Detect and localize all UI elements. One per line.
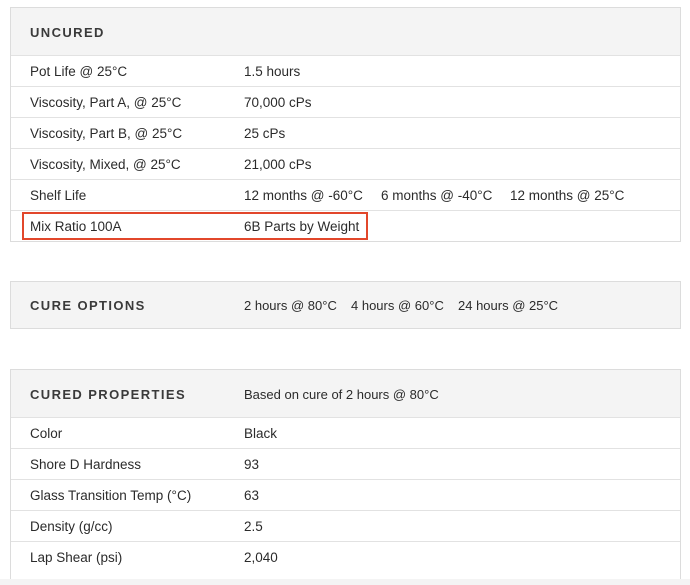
table-row: Viscosity, Part B, @ 25°C 25 cPs bbox=[11, 117, 680, 148]
cured-properties-section: CURED PROPERTIES Based on cure of 2 hour… bbox=[10, 369, 681, 579]
section-title: CURE OPTIONS bbox=[30, 298, 146, 313]
property-value: 63 bbox=[244, 488, 260, 503]
cure-options-header: CURE OPTIONS 2 hours @ 80°C 4 hours @ 60°… bbox=[11, 282, 680, 328]
table-row: Glass Transition Temp (°C) 63 bbox=[11, 479, 680, 510]
shelf-life-value: 12 months @ -60°C bbox=[244, 188, 363, 203]
cure-options-section: CURE OPTIONS 2 hours @ 80°C 4 hours @ 60°… bbox=[10, 281, 681, 329]
table-row: Viscosity, Mixed, @ 25°C 21,000 cPs bbox=[11, 148, 680, 179]
table-row: Viscosity, Part A, @ 25°C 70,000 cPs bbox=[11, 86, 680, 117]
shelf-life-value: 6 months @ -40°C bbox=[381, 188, 493, 203]
property-value: 6B Parts by Weight bbox=[244, 219, 360, 234]
table-row: Shore D Hardness 93 bbox=[11, 448, 680, 479]
property-value: 25 cPs bbox=[244, 126, 286, 141]
shelf-life-value: 12 months @ 25°C bbox=[510, 188, 625, 203]
property-value: 93 bbox=[244, 457, 260, 472]
table-row: Color Black bbox=[11, 417, 680, 448]
cured-properties-header: CURED PROPERTIES Based on cure of 2 hour… bbox=[11, 370, 680, 417]
property-label: Shore D Hardness bbox=[30, 457, 142, 472]
property-label: Glass Transition Temp (°C) bbox=[30, 488, 192, 503]
cure-option: 2 hours @ 80°C bbox=[244, 298, 337, 313]
cure-option-values: 2 hours @ 80°C 4 hours @ 60°C 24 hours @ 2… bbox=[244, 298, 558, 313]
property-label: Mix Ratio 100A bbox=[30, 219, 122, 234]
section-title: CURED PROPERTIES bbox=[30, 387, 187, 402]
property-label: Viscosity, Part A, @ 25°C bbox=[30, 95, 182, 110]
property-value: Black bbox=[244, 426, 278, 441]
property-label: Pot Life @ 25°C bbox=[30, 64, 128, 79]
table-row-mix-ratio: Mix Ratio 100A 6B Parts by Weight bbox=[11, 210, 680, 241]
property-value: 2,040 bbox=[244, 550, 278, 565]
property-label: Lap Shear (psi) bbox=[30, 550, 123, 565]
property-value: 70,000 cPs bbox=[244, 95, 312, 110]
property-value: 21,000 cPs bbox=[244, 157, 312, 172]
shelf-life-values: 12 months @ -60°C 6 months @ -40°C 12 mont… bbox=[244, 188, 624, 203]
property-label: Shelf Life bbox=[30, 188, 87, 203]
section-title: UNCURED bbox=[30, 25, 105, 40]
table-row: Lap Shear (psi) 2,040 bbox=[11, 541, 680, 572]
table-row-shelf-life: Shelf Life 12 months @ -60°C 6 months @ -… bbox=[11, 179, 680, 210]
cure-option: 24 hours @ 25°C bbox=[458, 298, 559, 313]
property-value: 2.5 bbox=[244, 519, 263, 534]
table-row: Pot Life @ 25°C 1.5 hours bbox=[11, 55, 680, 86]
property-label: Color bbox=[30, 426, 63, 441]
property-label: Viscosity, Mixed, @ 25°C bbox=[30, 157, 181, 172]
property-label: Viscosity, Part B, @ 25°C bbox=[30, 126, 183, 141]
cure-note: Based on cure of 2 hours @ 80°C bbox=[244, 387, 439, 402]
property-label: Density (g/cc) bbox=[30, 519, 113, 534]
uncured-header: UNCURED bbox=[11, 8, 680, 55]
bottom-divider bbox=[0, 579, 690, 585]
property-value: 1.5 hours bbox=[244, 64, 301, 79]
table-row: Density (g/cc) 2.5 bbox=[11, 510, 680, 541]
cure-option: 4 hours @ 60°C bbox=[351, 298, 444, 313]
uncured-section: UNCURED Pot Life @ 25°C 1.5 hours Viscos… bbox=[10, 7, 681, 242]
